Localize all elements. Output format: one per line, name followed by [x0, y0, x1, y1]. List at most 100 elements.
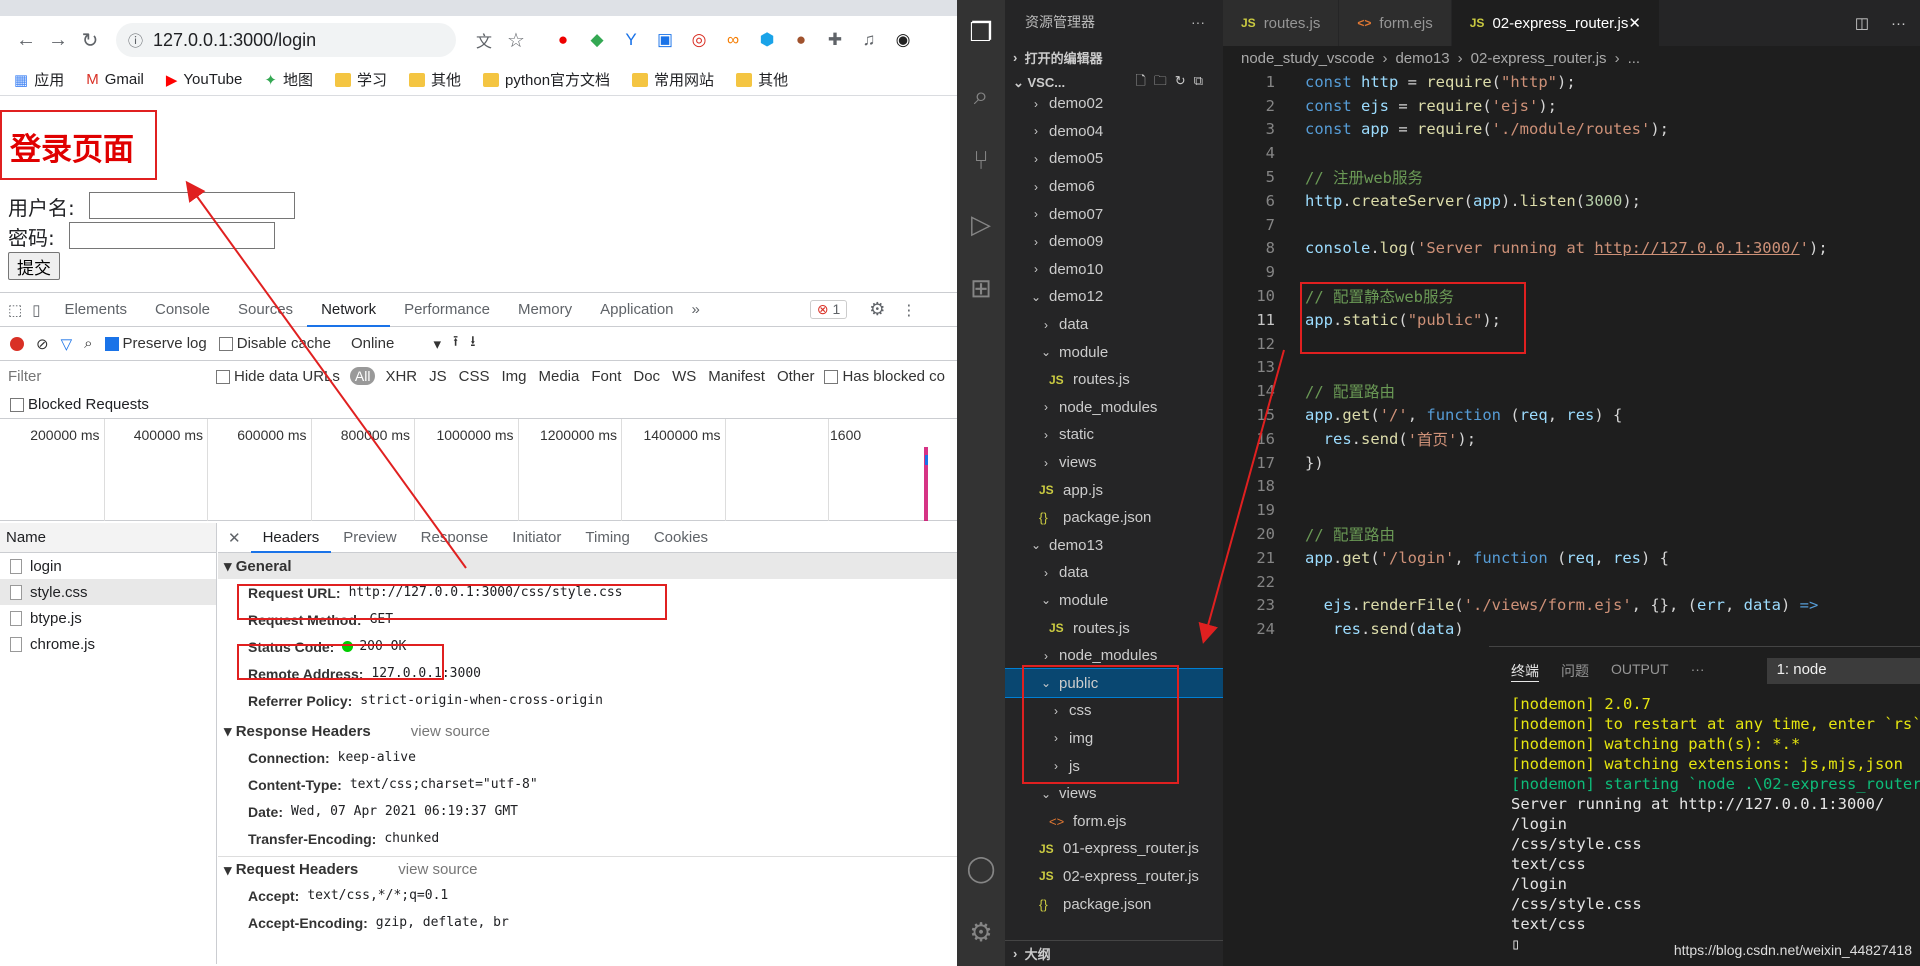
- request-headers-section-header[interactable]: ▾ Request Headers view source: [218, 856, 957, 882]
- tree-item-demo04[interactable]: › demo04: [1005, 118, 1223, 146]
- has-blocked-cookies-checkbox[interactable]: Has blocked co: [824, 368, 945, 385]
- editor-tab[interactable]: <> form.ejs: [1339, 0, 1452, 46]
- tree-item-package-json[interactable]: {} package.json: [1005, 504, 1223, 532]
- username-input[interactable]: [89, 192, 295, 219]
- tab-elements[interactable]: Elements: [50, 293, 141, 327]
- panel-tab[interactable]: ···: [1691, 661, 1705, 682]
- bookmark-item[interactable]: 常用网站: [632, 69, 714, 90]
- download-icon[interactable]: ⭳: [470, 331, 475, 356]
- outline-section[interactable]: › 大纲: [1005, 940, 1223, 966]
- upload-icon[interactable]: ⭱: [453, 331, 458, 356]
- panel-tab[interactable]: OUTPUT: [1611, 661, 1669, 682]
- name-column-header[interactable]: Name: [0, 523, 216, 553]
- bookmark-item[interactable]: 学习: [334, 69, 387, 90]
- hide-data-urls-checkbox[interactable]: Hide data URLs: [216, 368, 340, 385]
- view-source-link[interactable]: view source: [411, 723, 490, 740]
- bookmark-item[interactable]: 其他: [736, 69, 788, 90]
- filter-input[interactable]: [6, 364, 206, 388]
- tree-item-module[interactable]: ⌄ module: [1005, 338, 1223, 366]
- password-input[interactable]: [69, 222, 275, 249]
- breadcrumb-item[interactable]: ...: [1628, 50, 1641, 67]
- type-filter-manifest[interactable]: Manifest: [708, 368, 765, 385]
- request-row[interactable]: style.css: [0, 579, 216, 605]
- throttle-select[interactable]: Online ▾: [351, 335, 441, 353]
- tab-console[interactable]: Console: [141, 293, 224, 327]
- response-headers-section-header[interactable]: ▾ Response Headers view source: [218, 718, 957, 744]
- panel-tab[interactable]: 终端: [1511, 661, 1539, 682]
- more-tabs-icon[interactable]: »: [692, 301, 700, 318]
- back-icon[interactable]: ←: [10, 29, 42, 52]
- tree-item-routes-js[interactable]: JS routes.js: [1005, 614, 1223, 642]
- bookmark-item[interactable]: ✦ 地图: [264, 69, 313, 90]
- detail-tab-timing[interactable]: Timing: [573, 523, 641, 553]
- tab-performance[interactable]: Performance: [390, 293, 504, 327]
- tab-strip[interactable]: [0, 0, 957, 16]
- type-filter-xhr[interactable]: XHR: [385, 368, 417, 385]
- run-debug-icon[interactable]: ▷: [957, 192, 1005, 256]
- info-icon[interactable]: ⓘ: [128, 30, 143, 51]
- request-row[interactable]: login: [0, 553, 216, 579]
- tab-sources[interactable]: Sources: [224, 293, 307, 327]
- tree-item-02-express-router-js[interactable]: JS 02-express_router.js: [1005, 863, 1223, 891]
- tree-item-form-ejs[interactable]: <> form.ejs: [1005, 807, 1223, 835]
- puzzle-icon[interactable]: ✚: [824, 30, 846, 50]
- general-section-header[interactable]: ▾ General: [218, 553, 957, 579]
- tree-item-demo05[interactable]: › demo05: [1005, 145, 1223, 173]
- device-toolbar-icon[interactable]: ▯: [32, 301, 40, 319]
- close-icon[interactable]: ✕: [218, 529, 251, 547]
- bookmark-item[interactable]: 其他: [408, 69, 461, 90]
- code-editor[interactable]: 1 const http = require("http"); 2 const ejs…: [1223, 70, 1920, 646]
- submit-button[interactable]: 提交: [8, 252, 60, 280]
- reload-icon[interactable]: ↻: [74, 28, 106, 53]
- bookmark-star-icon[interactable]: ☆: [500, 28, 532, 53]
- accounts-icon[interactable]: ◯: [957, 836, 1005, 900]
- breadcrumb-item[interactable]: 02-express_router.js: [1471, 50, 1607, 67]
- split-editor-icon[interactable]: ◫: [1855, 14, 1869, 32]
- panel-tab[interactable]: 问题: [1561, 661, 1589, 682]
- preserve-log-checkbox[interactable]: Preserve log: [104, 335, 207, 352]
- extension-icon[interactable]: ∞: [722, 30, 744, 50]
- detail-tab-headers[interactable]: Headers: [250, 523, 332, 553]
- kebab-menu-icon[interactable]: ⋮: [901, 301, 916, 319]
- translate-icon[interactable]: 文: [468, 28, 500, 52]
- editor-tab[interactable]: JS 02-express_router.js ✕: [1451, 0, 1660, 46]
- forward-icon[interactable]: →: [42, 29, 74, 52]
- breadcrumb-item[interactable]: demo13: [1395, 50, 1449, 67]
- extension-icon[interactable]: Y: [620, 30, 642, 50]
- tree-item-demo09[interactable]: › demo09: [1005, 228, 1223, 256]
- tree-item-demo6[interactable]: › demo6: [1005, 173, 1223, 201]
- inspect-icon[interactable]: ⬚: [8, 301, 22, 319]
- type-filter-media[interactable]: Media: [539, 368, 580, 385]
- tree-item-package-json[interactable]: {} package.json: [1005, 890, 1223, 918]
- extensions-icon[interactable]: ⊞: [957, 256, 1005, 320]
- bookmark-item[interactable]: M Gmail: [86, 71, 144, 88]
- type-filter-ws[interactable]: WS: [672, 368, 696, 385]
- request-row[interactable]: chrome.js: [0, 631, 216, 657]
- disable-cache-checkbox[interactable]: Disable cache: [218, 335, 331, 352]
- editor-tab[interactable]: JS routes.js: [1223, 0, 1340, 46]
- type-filter-font[interactable]: Font: [591, 368, 621, 385]
- record-icon[interactable]: [10, 336, 24, 351]
- media-icon[interactable]: ♫: [858, 30, 880, 50]
- search-icon[interactable]: ⌕: [84, 335, 92, 352]
- bookmark-item[interactable]: ▦ 应用: [14, 69, 64, 90]
- extension-icon[interactable]: ◎: [688, 30, 710, 50]
- filter-icon[interactable]: ▽: [61, 335, 73, 353]
- view-source-link[interactable]: view source: [398, 861, 477, 878]
- settings-icon[interactable]: ⚙: [869, 299, 885, 320]
- detail-tab-response[interactable]: Response: [409, 523, 501, 553]
- tree-item-demo13[interactable]: ⌄ demo13: [1005, 532, 1223, 560]
- more-actions-icon[interactable]: ···: [1191, 14, 1205, 30]
- tree-item-demo10[interactable]: › demo10: [1005, 256, 1223, 284]
- extension-icon[interactable]: ▣: [654, 30, 676, 50]
- search-icon[interactable]: ⌕: [957, 64, 1005, 128]
- timeline-overview[interactable]: 200000 ms 400000 ms 600000 ms 800000 ms 1000…: [0, 419, 957, 521]
- tree-item-routes-js[interactable]: JS routes.js: [1005, 366, 1223, 394]
- tree-item-node-modules[interactable]: › node_modules: [1005, 394, 1223, 422]
- detail-tab-initiator[interactable]: Initiator: [500, 523, 573, 553]
- clear-icon[interactable]: ⊘: [36, 335, 49, 353]
- address-bar[interactable]: ⓘ 127.0.0.1:3000/login: [116, 23, 456, 57]
- type-filter-other[interactable]: Other: [777, 368, 815, 385]
- type-filter-img[interactable]: Img: [501, 368, 526, 385]
- type-filter-js[interactable]: JS: [429, 368, 447, 385]
